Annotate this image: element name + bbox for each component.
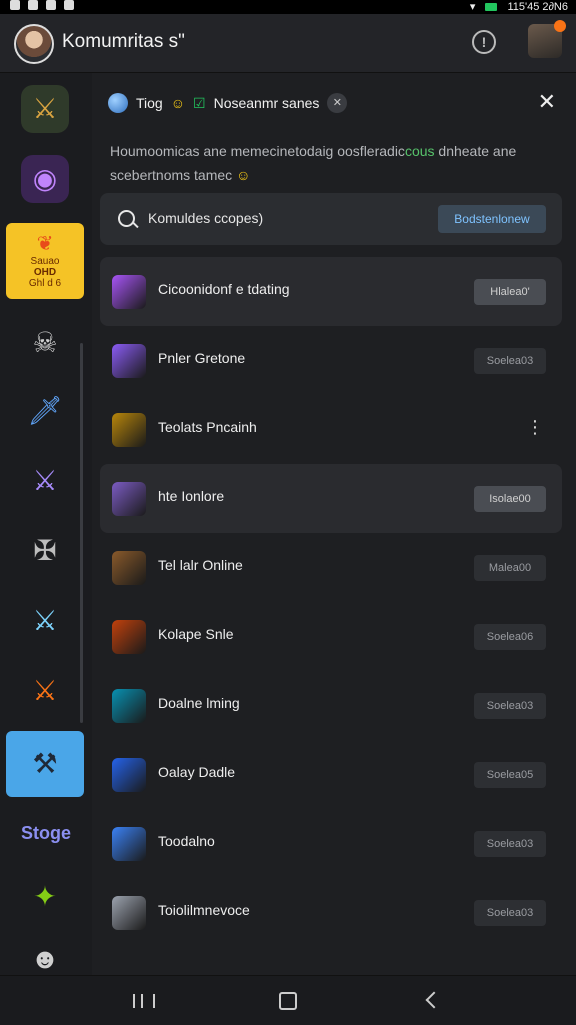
community-row[interactable]: Doalne lming Soelea03 — [100, 671, 562, 740]
community-name: Tel lalr Online — [158, 557, 243, 573]
server-yellow-text-1: Sauao — [30, 256, 60, 267]
community-name: Teolats Pncainh — [158, 419, 257, 435]
server-icon-selected-yellow[interactable]: ❦ Sauao OHD Ghl d 6 — [6, 223, 84, 299]
community-row[interactable]: Tel lalr Online Malea00 — [100, 533, 562, 602]
community-action-button[interactable]: Soelea05 — [474, 762, 546, 788]
community-row[interactable]: Teolats Pncainh ⋮ — [100, 395, 562, 464]
community-action-button[interactable]: Malea00 — [474, 555, 546, 581]
community-row[interactable]: Pnler Gretone Soelea03 — [100, 326, 562, 395]
server-icon-fire-swords[interactable]: ⚔ — [21, 667, 69, 715]
search-action-button[interactable]: Bodstenlonew — [438, 205, 546, 233]
status-bar: ▾ 115'45 2∂N6 — [0, 0, 576, 14]
server-icon-emblem[interactable]: ✠ — [21, 527, 69, 575]
globe-icon — [108, 93, 128, 113]
panel-header-label: Tiog — [136, 95, 163, 111]
community-action-button[interactable]: Soelea03 — [474, 831, 546, 857]
server-icon-sword[interactable]: ⚔ — [21, 457, 69, 505]
community-icon — [112, 344, 146, 378]
community-icon — [112, 896, 146, 930]
community-action-button[interactable]: Soelea06 — [474, 624, 546, 650]
server-icon-rifle[interactable]: ⚔ — [21, 85, 69, 133]
community-icon — [112, 620, 146, 654]
community-name: Oalay Dadle — [158, 764, 236, 780]
user-avatar[interactable] — [14, 24, 54, 64]
checkbox-emoji-icon: ☑ — [193, 94, 206, 111]
community-name: hte Ionlore — [158, 488, 225, 504]
server-yellow-text-3: Ghl d 6 — [28, 278, 62, 289]
community-action-button[interactable]: Isolae00 — [474, 486, 546, 512]
more-options-icon[interactable]: ⋮ — [526, 417, 544, 438]
page-title: Komumritas s" — [62, 31, 185, 52]
server-icon-skull[interactable]: ☠ — [21, 319, 69, 367]
community-name: Toiolilmnevoce — [158, 902, 250, 918]
server-icon-guild[interactable]: ◉ — [21, 155, 69, 203]
server-icon-crossed-swords[interactable]: ⚔ — [21, 597, 69, 645]
community-name: Doalne lming — [158, 695, 240, 711]
community-action-button[interactable]: Soelea03 — [474, 900, 546, 926]
battery-icon — [485, 2, 498, 11]
panel-header-tag: Noseanmr sanes — [213, 95, 320, 111]
alert-icon[interactable]: ! — [472, 30, 496, 54]
description-text: Houmoomicas ane memecinetodaig oosflerad… — [110, 143, 405, 159]
notification-dot — [554, 20, 566, 32]
system-navbar — [0, 975, 576, 1025]
community-action-button[interactable]: Hlalea0' — [474, 279, 546, 305]
back-icon[interactable] — [425, 991, 443, 1009]
community-icon — [112, 689, 146, 723]
status-icons-right: ▾ 115'45 2∂N6 — [469, 0, 568, 14]
community-row[interactable]: Cicoonidonf e tdating Hlalea0' — [100, 257, 562, 326]
status-icons-left — [10, 0, 74, 10]
community-name: Cicoonidonf e tdating — [158, 281, 290, 297]
panel-description: Houmoomicas ane memecinetodaig oosflerad… — [110, 139, 560, 187]
community-row[interactable]: Toodalno Soelea03 — [100, 809, 562, 878]
close-icon[interactable]: ✕ — [538, 89, 556, 115]
wifi-icon: ▾ — [469, 1, 476, 13]
emoji-icon: ☺ — [236, 167, 251, 183]
community-icon — [112, 275, 146, 309]
search-bar[interactable]: Komuldes ccopes) Bodstenlonew — [100, 193, 562, 245]
community-action-button[interactable]: Soelea03 — [474, 693, 546, 719]
community-icon — [112, 551, 146, 585]
fox-icon: ❦ — [36, 233, 54, 255]
community-icon — [112, 758, 146, 792]
community-icon — [112, 827, 146, 861]
community-icon — [112, 413, 146, 447]
community-name: Kolape Snle — [158, 626, 234, 642]
server-yellow-text-2: OHD — [33, 267, 57, 278]
community-name: Toodalno — [158, 833, 215, 849]
profile-avatar[interactable] — [528, 20, 566, 58]
server-icon-arrows[interactable]: ✦ — [21, 873, 69, 921]
community-icon — [112, 482, 146, 516]
community-row[interactable]: Kolape Snle Soelea06 — [100, 602, 562, 671]
server-rail: ⚔ ◉ ❦ Sauao OHD Ghl d 6 ☠ 🗡 ⚔ ✠ ⚔ ⚔ ⚒ St… — [0, 73, 92, 975]
home-icon[interactable] — [279, 992, 297, 1010]
status-time: 115'45 2∂N6 — [507, 0, 568, 13]
server-stoge-label: Stoge — [21, 823, 72, 843]
community-panel: Tiog ☺ ☑ Noseanmr sanes ✕ ✕ Houmoomicas … — [92, 73, 576, 975]
community-row[interactable]: hte Ionlore Isolae00 — [100, 464, 562, 533]
clear-chip-icon[interactable]: ✕ — [327, 93, 348, 113]
panel-header: Tiog ☺ ☑ Noseanmr sanes ✕ — [108, 91, 348, 115]
rail-scrollbar[interactable] — [80, 343, 83, 723]
community-row[interactable]: Oalay Dadle Soelea05 — [100, 740, 562, 809]
search-icon — [118, 210, 135, 227]
server-icon-selected-blue[interactable]: ⚒ — [6, 731, 84, 797]
search-input[interactable]: Komuldes ccopes) — [148, 210, 263, 226]
recent-apps-icon[interactable] — [133, 994, 155, 1008]
community-name: Pnler Gretone — [158, 350, 246, 366]
top-bar: Komumritas s" ! — [0, 14, 576, 73]
description-highlight: cous — [404, 143, 435, 159]
community-list: Cicoonidonf e tdating Hlalea0' Pnler Greto… — [100, 257, 562, 947]
community-action-button[interactable]: Soelea03 — [474, 348, 546, 374]
community-row[interactable]: Toiolilmnevoce Soelea03 — [100, 878, 562, 947]
server-icon-stoge[interactable]: Stoge — [21, 809, 72, 857]
smile-emoji-icon: ☺ — [170, 95, 186, 111]
server-icon-blade[interactable]: 🗡 — [21, 387, 69, 435]
